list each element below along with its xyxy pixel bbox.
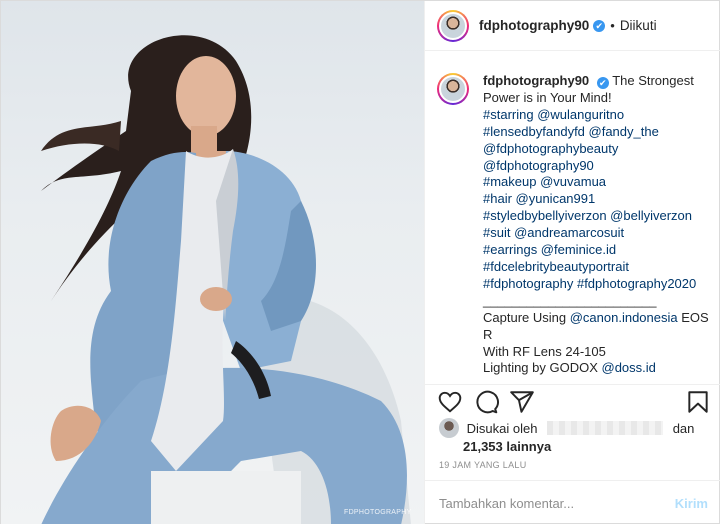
verified-badge-icon: ✔ (593, 19, 606, 32)
profile-avatar[interactable] (437, 9, 469, 42)
caption-text: ________________________ (483, 292, 657, 308)
caption-hashtag-link[interactable]: @fdphotographybeauty (483, 141, 618, 156)
caption-line: #fdphotography #fdphotography2020 (483, 276, 717, 293)
caption-line: Capture Using @canon.indonesia EOS (483, 310, 717, 327)
caption-line: R (483, 327, 717, 344)
caption-text: Lighting by GODOX (483, 360, 602, 376)
photo-illustration (41, 35, 411, 524)
verified-badge-icon: ✔ (596, 77, 609, 89)
action-bar (425, 384, 720, 418)
caption-line: fdphotography90 ✔ The Strongest (483, 73, 717, 90)
caption-text: EOS (677, 309, 709, 325)
caption-text: The Strongest (612, 73, 694, 88)
caption-hashtag-link[interactable]: #fdphotography #fdphotography2020 (483, 276, 696, 291)
post-timestamp[interactable]: 19 JAM YANG LALU (439, 460, 527, 470)
caption-line: @fdphotographybeauty (483, 141, 717, 158)
caption-line: Power is in Your Mind! (483, 90, 717, 107)
watermark: FDPHOTOGRAPHY (344, 509, 412, 516)
caption-hashtag-link[interactable]: #styledbybellyiverzon @bellyiverzon (483, 208, 692, 223)
caption-line: #starring @wulanguritno (483, 107, 717, 124)
liker-avatar[interactable] (439, 418, 459, 438)
post-photo[interactable]: FDPHOTOGRAPHY (1, 1, 424, 524)
caption-hashtag-link[interactable]: #makeup @vuvamua (483, 174, 606, 189)
caption-text: R (483, 326, 493, 342)
caption-line: With RF Lens 24-105 (483, 344, 717, 361)
likes-count-link[interactable]: 21,353 lainnya (463, 438, 719, 455)
likes-section: Disukai oleh dan 21,353 lainnya (439, 418, 719, 455)
caption-text: Capture Using (483, 309, 570, 325)
comment-box: Tambahkan komentar... Kirim (425, 480, 720, 524)
header-separator: • (610, 18, 615, 33)
caption-line: Lighting by GODOX @doss.id (483, 360, 717, 377)
caption-line: ________________________ (483, 293, 717, 310)
post-comment-button[interactable]: Kirim (675, 496, 708, 511)
caption-hashtag-link[interactable]: #suit @andreamarcosuit (483, 225, 624, 240)
heart-icon[interactable] (437, 389, 463, 415)
caption-line: #lensedbyfandyfd @fandy_the (483, 124, 717, 141)
caption-hashtag-link[interactable]: #lensedbyfandyfd @fandy_the (483, 124, 659, 139)
caption-hashtag-link[interactable]: #earrings @feminice.id (483, 242, 616, 257)
liker-name-blurred (547, 421, 664, 435)
caption-hashtag-link[interactable]: #fdcelebritybeautyportrait (483, 259, 629, 274)
caption-username[interactable]: fdphotography90 (483, 73, 589, 88)
caption-line: #suit @andreamarcosuit (483, 225, 717, 242)
caption-line: #fdcelebritybeautyportrait (483, 259, 717, 276)
liked-by-prefix: Disukai oleh (466, 421, 538, 436)
caption-mention-link[interactable]: @canon.indonesia (570, 310, 678, 325)
caption-hashtag-link[interactable]: #hair @yunican991 (483, 191, 595, 206)
post-caption: fdphotography90 ✔ The Strongest Power is… (437, 73, 717, 377)
post-frame: FDPHOTOGRAPHY fdphotography90 ✔ • Diikut… (0, 0, 720, 524)
bookmark-icon[interactable] (685, 389, 711, 415)
caption-text: With RF Lens 24-105 (483, 343, 606, 359)
caption-hashtag-link[interactable]: @fdphotography90 (483, 158, 594, 173)
comment-icon[interactable] (473, 389, 499, 415)
header-username[interactable]: fdphotography90 (479, 18, 589, 33)
caption-line: #earrings @feminice.id (483, 242, 717, 259)
post-header: fdphotography90 ✔ • Diikuti (425, 1, 720, 51)
comment-input[interactable]: Tambahkan komentar... (439, 496, 675, 511)
caption-body: fdphotography90 ✔ The Strongest Power is… (483, 73, 717, 377)
liked-by-suffix: dan (672, 421, 695, 436)
follow-status-button[interactable]: Diikuti (620, 18, 657, 33)
caption-mention-link[interactable]: @doss.id (602, 360, 656, 375)
post-side-panel: fdphotography90 ✔ • Diikuti fdphotograph… (424, 1, 720, 524)
caption-hashtag-link[interactable]: #starring @wulanguritno (483, 107, 624, 122)
paper-plane-icon[interactable] (509, 389, 535, 415)
caption-line: #hair @yunican991 (483, 191, 717, 208)
caption-text: Power is in Your Mind! (483, 89, 612, 105)
caption-avatar[interactable] (437, 73, 469, 105)
caption-line: #styledbybellyiverzon @bellyiverzon (483, 208, 717, 225)
caption-line: #makeup @vuvamua (483, 174, 717, 191)
caption-line: @fdphotography90 (483, 158, 717, 175)
